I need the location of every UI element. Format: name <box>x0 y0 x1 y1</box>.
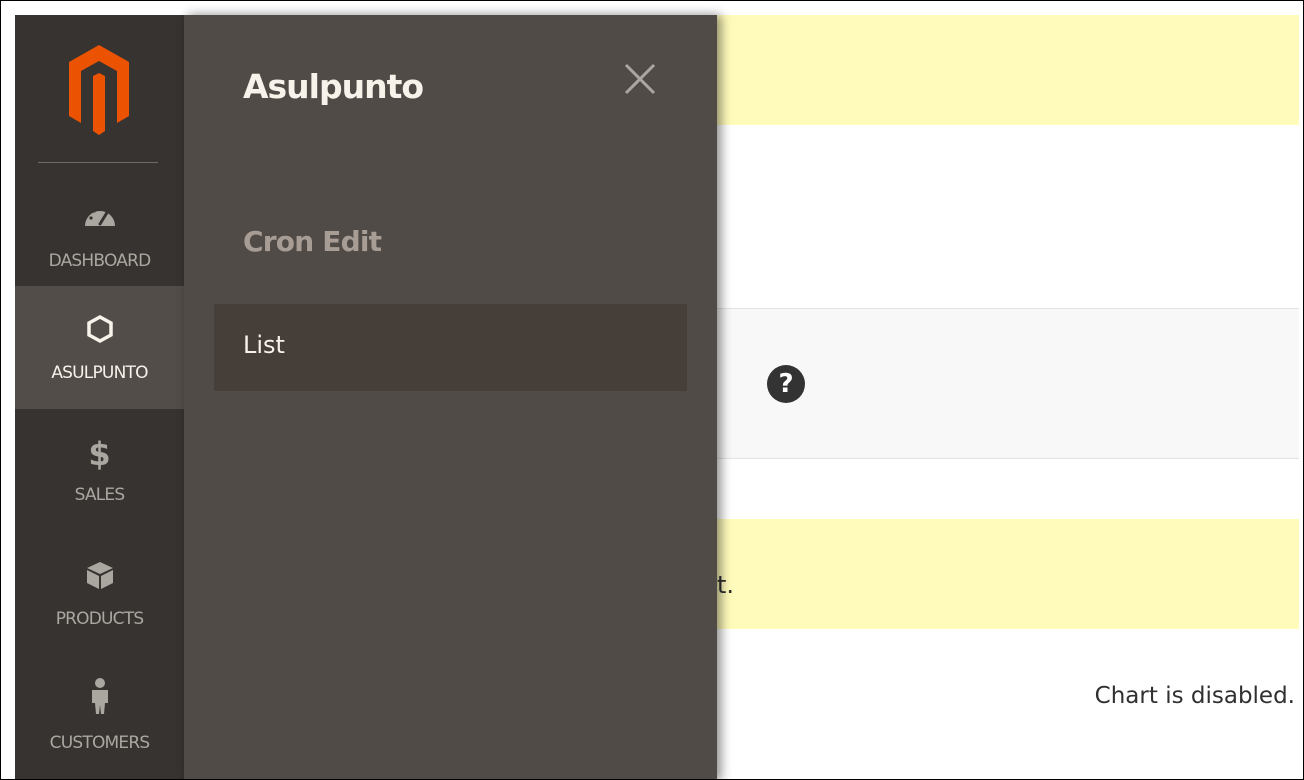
hexagon-icon <box>15 312 184 346</box>
nav-item-label: SALES <box>74 485 126 505</box>
system-message-top <box>717 15 1299 125</box>
nav-item-dashboard[interactable]: DASHBOARD <box>15 177 184 300</box>
nav-divider <box>38 162 158 163</box>
dashboard-gauge-icon <box>15 197 184 231</box>
nav-item-customers[interactable]: CUSTOMERS <box>15 655 184 778</box>
nav-item-label: PRODUCTS <box>55 609 144 629</box>
submenu-item-list[interactable]: List <box>214 304 687 391</box>
nav-item-label: CUSTOMERS <box>49 733 150 753</box>
person-icon <box>15 678 184 714</box>
submenu-flyout: Asulpunto Cron Edit List <box>184 15 717 779</box>
dashboard-panel: ? <box>717 308 1299 459</box>
close-icon[interactable] <box>620 59 660 99</box>
admin-window: ? t. Chart is disabled. DASHBOARD ASULPU… <box>0 0 1304 780</box>
admin-sidebar: DASHBOARD ASULPUNTO $ SALES PRODUCTS CUS… <box>15 15 184 779</box>
submenu-title: Asulpunto <box>243 67 424 106</box>
nav-item-sales[interactable]: $ SALES <box>15 409 184 532</box>
help-icon[interactable]: ? <box>767 365 805 403</box>
dollar-icon: $ <box>88 435 111 473</box>
system-message-bottom: t. <box>717 519 1299 629</box>
nav-item-asulpunto[interactable]: ASULPUNTO <box>15 286 184 409</box>
nav-item-label: DASHBOARD <box>48 251 152 271</box>
magento-logo-icon[interactable] <box>67 43 131 135</box>
submenu-item-label: List <box>243 331 285 359</box>
nav-item-label: ASULPUNTO <box>51 363 148 383</box>
box-icon <box>15 558 184 592</box>
submenu-group-title: Cron Edit <box>243 225 382 258</box>
message-text: t. <box>717 571 735 599</box>
nav-item-products[interactable]: PRODUCTS <box>15 532 184 655</box>
chart-disabled-text: Chart is disabled. <box>1094 683 1295 709</box>
